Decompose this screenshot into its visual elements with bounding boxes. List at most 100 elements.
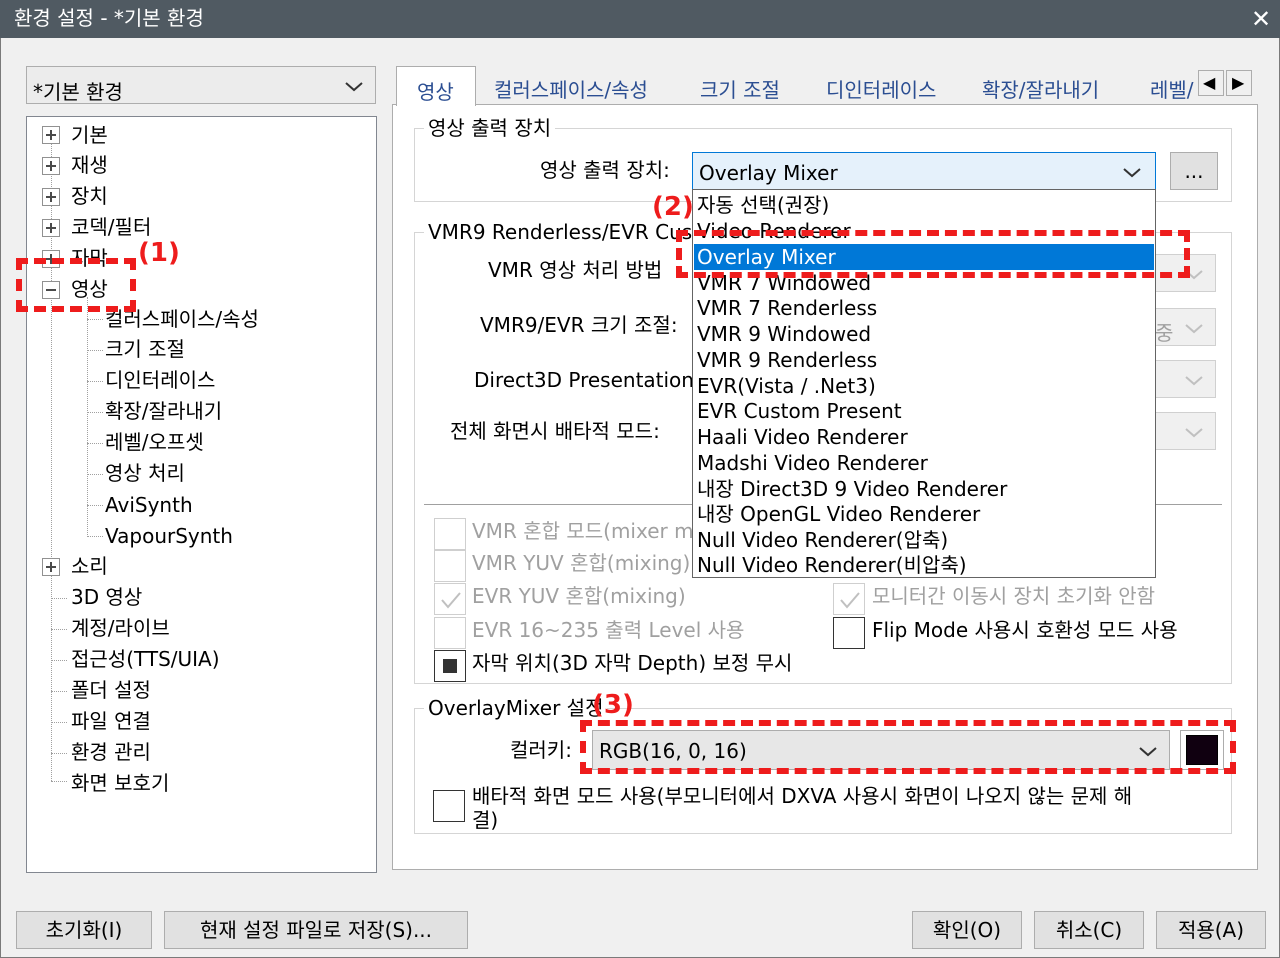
tree-item-sound[interactable]: 소리 — [71, 556, 108, 576]
option-auto[interactable]: 자동 선택(권장) — [697, 195, 829, 215]
tree-line — [51, 660, 67, 661]
flip-mode-label: Flip Mode 사용시 호환성 모드 사용 — [872, 618, 1178, 642]
expand-icon[interactable] — [42, 157, 60, 175]
tree-line — [87, 412, 103, 413]
tree-item-vapoursynth[interactable]: VapourSynth — [105, 526, 233, 546]
vmr-resize-select[interactable]: 중 — [1150, 308, 1216, 346]
chevron-down-icon — [1183, 369, 1205, 391]
expand-icon[interactable] — [42, 558, 60, 576]
chevron-down-icon — [1121, 161, 1143, 183]
vmr-mixer-checkbox[interactable] — [434, 518, 466, 550]
exclusive-mode-label: 전체 화면시 배타적 모드: — [450, 419, 660, 443]
output-device-select[interactable]: Overlay Mixer — [692, 152, 1156, 190]
profile-select[interactable]: *기본 환경 — [26, 66, 376, 104]
apply-button[interactable]: 적용(A) — [1156, 911, 1266, 949]
d3d-presentation-select[interactable] — [1150, 360, 1216, 398]
tab-video-active[interactable]: 영상 — [396, 66, 476, 106]
subtitle-depth-label: 자막 위치(3D 자막 Depth) 보정 무시 — [472, 651, 793, 675]
tree-item-expand-crop[interactable]: 확장/잘라내기 — [105, 401, 222, 421]
tab-expand-crop[interactable]: 확장/잘라내기 — [982, 74, 1099, 103]
tree-item-colorspace[interactable]: 컬러스페이스/속성 — [105, 309, 259, 329]
tree-line — [51, 753, 67, 754]
save-as-file-button[interactable]: 현재 설정 파일로 저장(S)... — [164, 911, 468, 949]
expand-icon[interactable] — [42, 126, 60, 144]
checkmark-icon — [840, 592, 860, 609]
tree-item-level-offset[interactable]: 레벨/오프셋 — [105, 432, 204, 452]
exclusive-screen-label-line1: 배타적 화면 모드 사용(부모니터에서 DXVA 사용시 화면이 나오지 않는 … — [472, 784, 1133, 808]
tree-item-folder[interactable]: 폴더 설정 — [71, 680, 151, 700]
tree-item-avisynth[interactable]: AviSynth — [105, 495, 193, 515]
exclusive-mode-select[interactable] — [1150, 412, 1216, 450]
tree-line — [51, 141, 52, 781]
exclusive-screen-checkbox[interactable] — [433, 790, 465, 822]
option-null-uncompressed[interactable]: Null Video Renderer(비압축) — [697, 555, 967, 575]
monitor-reset-checkbox[interactable] — [833, 583, 865, 615]
d3d-presentation-label: Direct3D Presentation: — [474, 368, 701, 392]
expand-icon[interactable] — [42, 188, 60, 206]
tree-item-account[interactable]: 계정/라이브 — [71, 618, 170, 638]
overlaymixer-group-title: OverlayMixer 설정 — [424, 698, 608, 718]
output-device-browse-button[interactable]: ... — [1170, 152, 1218, 190]
window-title: 환경 설정 - *기본 환경 — [14, 6, 204, 30]
output-device-group-title: 영상 출력 장치 — [424, 118, 556, 138]
option-vmr7-renderless[interactable]: VMR 7 Renderless — [697, 298, 877, 318]
option-evr-custom[interactable]: EVR Custom Present — [697, 401, 902, 421]
tab-level[interactable]: 레벨/ — [1150, 74, 1194, 103]
left-arrow-icon: ◀ — [1203, 73, 1216, 92]
tab-scroll-right-button[interactable]: ▶ — [1226, 70, 1252, 96]
tree-line — [87, 319, 103, 320]
exclusive-screen-label-line2: 결) — [472, 808, 499, 832]
reset-button[interactable]: 초기화(I) — [16, 911, 152, 949]
vmr-resize-value: 중 — [1155, 321, 1174, 345]
annotation-label-1: (1) — [138, 238, 180, 268]
evr-yuv-checkbox[interactable] — [434, 583, 466, 615]
monitor-reset-label: 모니터간 이동시 장치 초기화 안함 — [872, 584, 1156, 608]
subtitle-depth-checkbox[interactable] — [434, 650, 466, 682]
tab-scroll-left-button[interactable]: ◀ — [1198, 70, 1224, 96]
vmr-resize-label: VMR9/EVR 크기 조절: — [480, 313, 678, 337]
flip-mode-checkbox[interactable] — [833, 617, 865, 649]
tree-item-screensaver[interactable]: 화면 보호기 — [71, 773, 169, 793]
option-madshi[interactable]: Madshi Video Renderer — [697, 453, 928, 473]
indeterminate-mark — [443, 659, 457, 673]
cancel-button[interactable]: 취소(C) — [1034, 911, 1144, 949]
color-key-label: 컬러키: — [510, 738, 572, 762]
option-vmr9-renderless[interactable]: VMR 9 Renderless — [697, 350, 877, 370]
option-evr[interactable]: EVR(Vista / .Net3) — [697, 376, 876, 396]
tree-item-playback[interactable]: 재생 — [71, 155, 108, 175]
option-haali[interactable]: Haali Video Renderer — [697, 427, 908, 447]
tree-item-video-processing[interactable]: 영상 처리 — [105, 463, 185, 483]
tree-line — [87, 297, 88, 537]
expand-icon[interactable] — [42, 219, 60, 237]
tree-item-deinterlace[interactable]: 디인터레이스 — [105, 370, 215, 390]
tree-item-env-manage[interactable]: 환경 관리 — [71, 742, 151, 762]
profile-select-value: *기본 환경 — [33, 80, 123, 104]
title-bar: 환경 설정 - *기본 환경 ✕ — [0, 0, 1280, 38]
tree-item-accessibility[interactable]: 접근성(TTS/UIA) — [71, 649, 220, 669]
tab-deinterlace[interactable]: 디인터레이스 — [826, 74, 936, 103]
option-null-compressed[interactable]: Null Video Renderer(압축) — [697, 530, 948, 550]
tree-item-basic[interactable]: 기본 — [71, 125, 108, 145]
vmr-yuv-checkbox[interactable] — [434, 550, 466, 582]
tree-item-device[interactable]: 장치 — [71, 186, 108, 206]
annotation-box-1 — [16, 258, 136, 312]
tree-line — [51, 781, 67, 782]
tree-item-resize[interactable]: 크기 조절 — [105, 339, 185, 359]
evr-level-checkbox[interactable] — [434, 617, 466, 649]
option-internal-d3d9[interactable]: 내장 Direct3D 9 Video Renderer — [697, 479, 1007, 499]
annotation-box-2 — [676, 230, 1190, 278]
settings-tree: 기본 재생 장치 코덱/필터 자막 영상 컬러스페이스/속성 크기 조절 디인터… — [26, 116, 377, 873]
tab-video: 영상 — [417, 80, 454, 104]
tab-resize[interactable]: 크기 조절 — [700, 74, 780, 103]
tree-line — [87, 443, 103, 444]
tree-line — [87, 536, 103, 537]
tree-item-codec[interactable]: 코덱/필터 — [71, 217, 151, 237]
tree-item-file-assoc[interactable]: 파일 연결 — [71, 711, 151, 731]
option-vmr9-windowed[interactable]: VMR 9 Windowed — [697, 324, 871, 344]
ok-button[interactable]: 확인(O) — [912, 911, 1022, 949]
tree-line — [51, 629, 67, 630]
tab-colorspace[interactable]: 컬러스페이스/속성 — [494, 74, 648, 103]
option-internal-opengl[interactable]: 내장 OpenGL Video Renderer — [697, 504, 980, 524]
tree-item-3d[interactable]: 3D 영상 — [71, 587, 142, 607]
close-button[interactable]: ✕ — [1242, 0, 1280, 38]
